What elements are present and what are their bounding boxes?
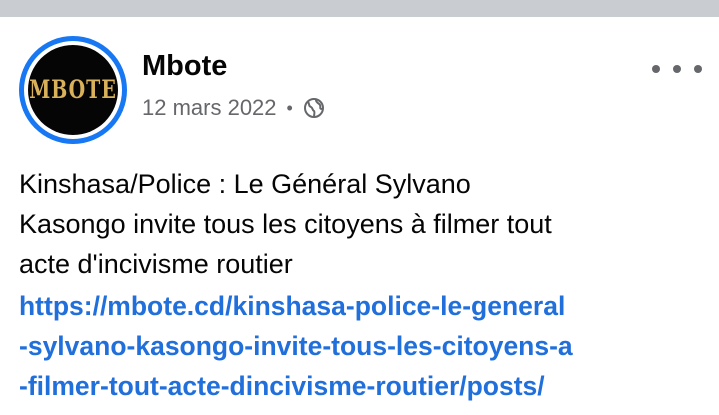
avatar[interactable]: MBOTE xyxy=(19,36,127,144)
more-options-icon[interactable] xyxy=(652,56,702,82)
logo-text: MBOTE xyxy=(29,75,117,105)
post-text-line: acte d'incivisme routier xyxy=(19,249,293,279)
avatar-logo: MBOTE xyxy=(28,45,118,135)
top-divider-bar xyxy=(0,0,719,17)
more-dot xyxy=(694,65,702,73)
globe-icon[interactable] xyxy=(303,97,325,119)
post-link-line[interactable]: https://mbote.cd/kinshasa-police-le-gene… xyxy=(19,286,709,326)
post-date[interactable]: 12 mars 2022 xyxy=(142,95,277,121)
meta-separator: • xyxy=(286,97,293,118)
post-link-line[interactable]: -sylvano-kasongo-invite-tous-les-citoyen… xyxy=(19,326,709,366)
post-text-line: Kinshasa/Police : Le Général Sylvano xyxy=(19,169,471,199)
post-meta: 12 mars 2022 • xyxy=(142,94,325,122)
page-name[interactable]: Mbote xyxy=(142,50,227,83)
more-dot xyxy=(673,65,681,73)
post-text-line: Kasongo invite tous les citoyens à filme… xyxy=(19,209,552,239)
post-link[interactable]: https://mbote.cd/kinshasa-police-le-gene… xyxy=(19,286,709,406)
more-dot xyxy=(652,65,660,73)
post-text: Kinshasa/Police : Le Général Sylvano Kas… xyxy=(19,164,709,284)
post-link-line[interactable]: -filmer-tout-acte-dincivisme-routier/pos… xyxy=(19,366,709,406)
